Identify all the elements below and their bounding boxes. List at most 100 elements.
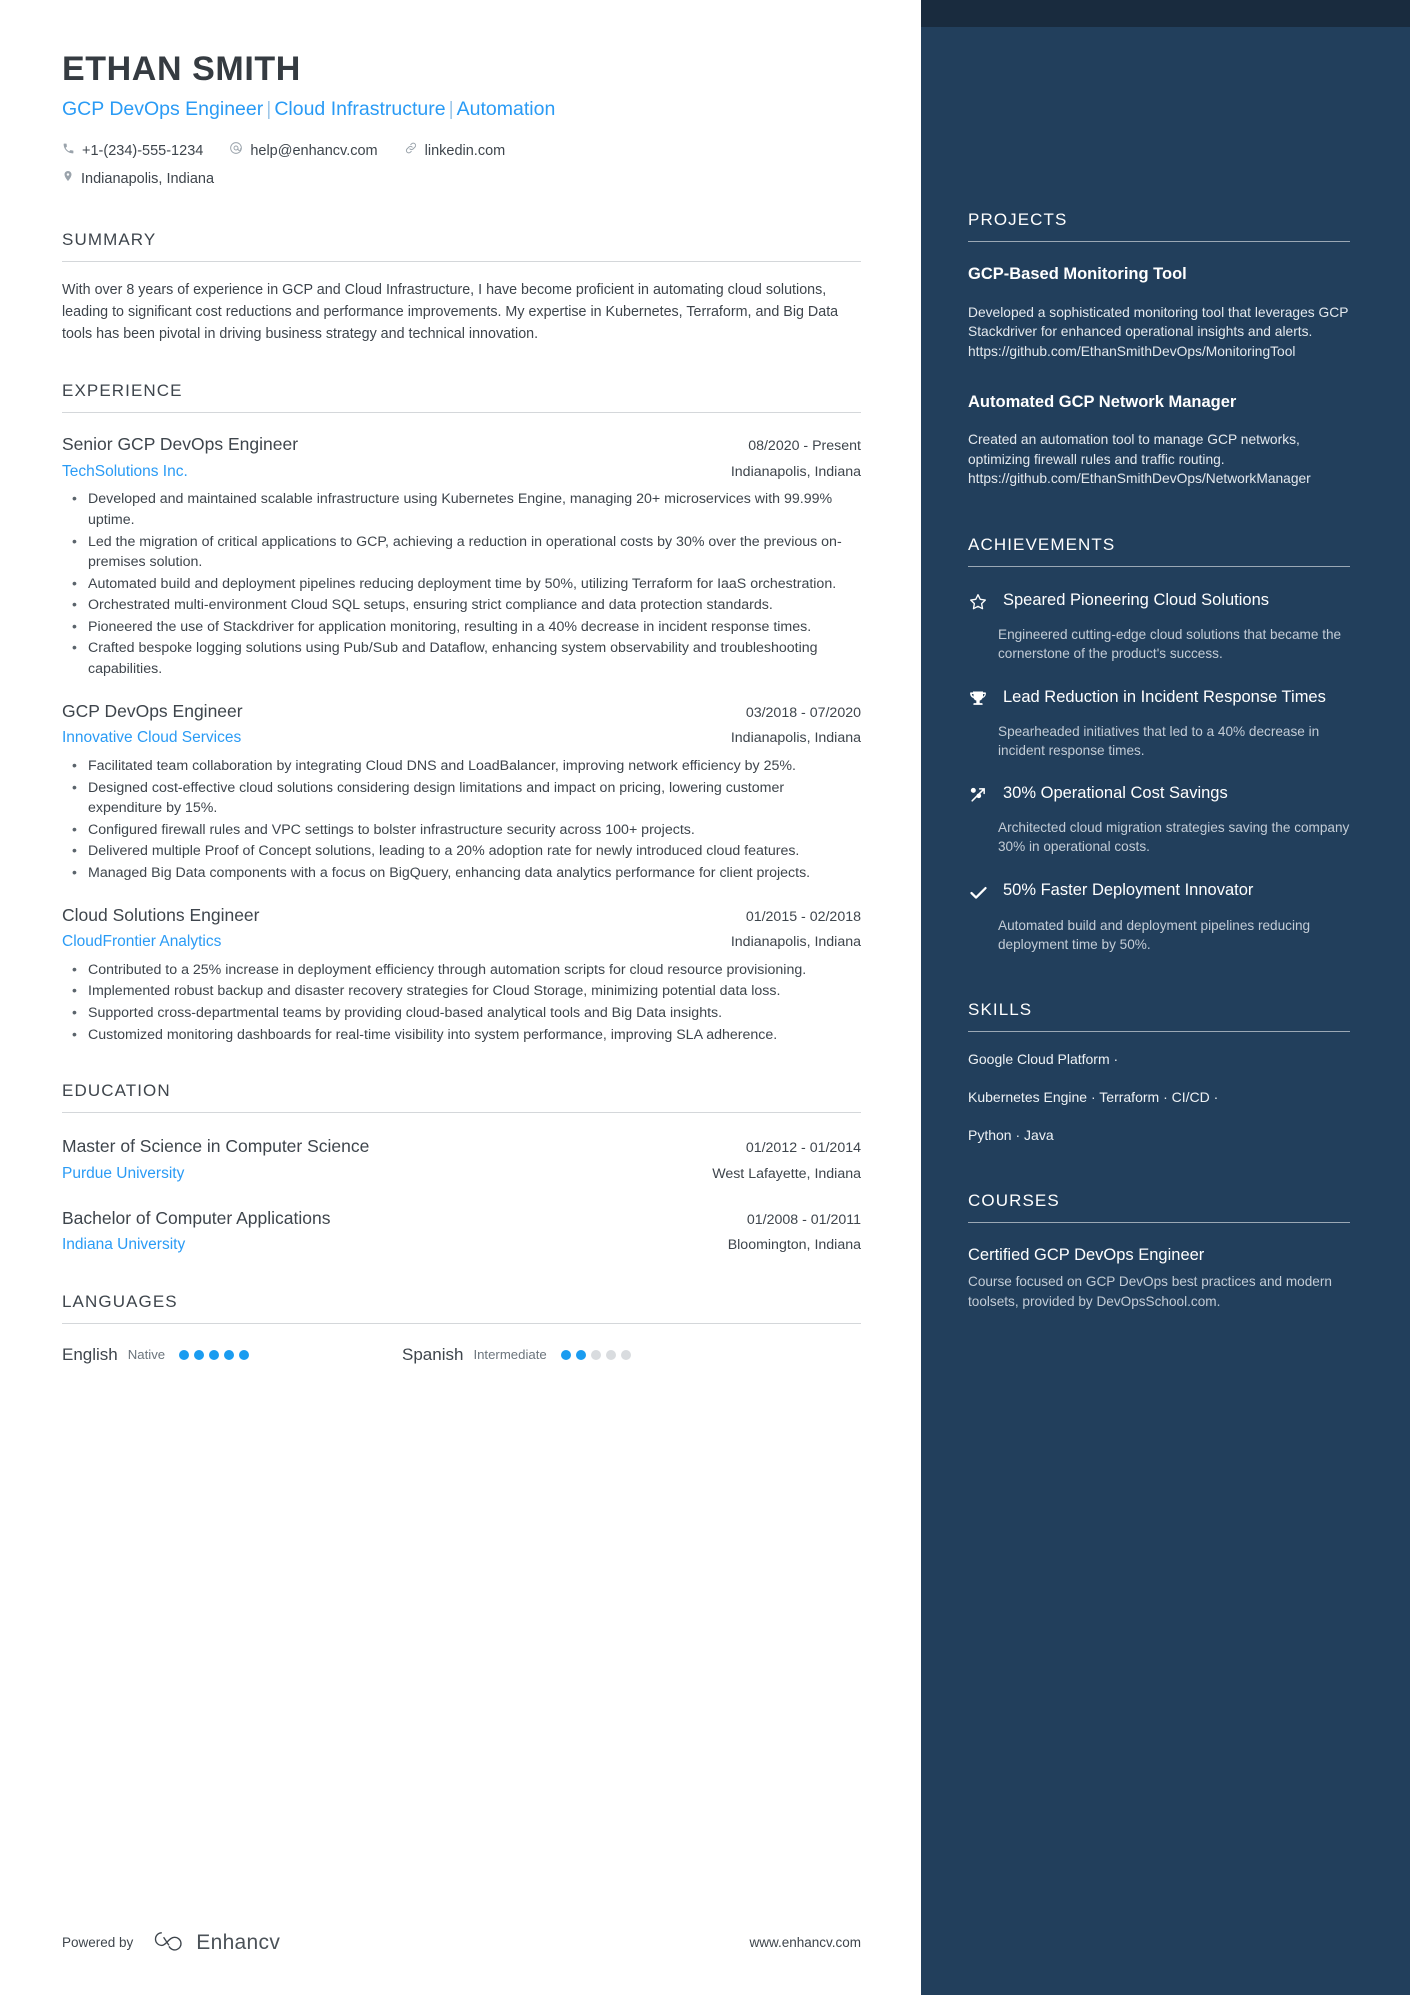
section-education: EDUCATION Master of Science in Computer …	[62, 1081, 861, 1256]
list-item: Crafted bespoke logging solutions using …	[62, 637, 861, 679]
headline-part-1: GCP DevOps Engineer	[62, 98, 264, 121]
job-location: Indianapolis, Indiana	[730, 730, 861, 747]
section-divider	[62, 1322, 861, 1324]
language-level: Native	[127, 1347, 166, 1363]
language-item: English Native	[62, 1345, 402, 1365]
location-pin-icon	[62, 166, 74, 194]
job-company[interactable]: TechSolutions Inc.	[62, 461, 188, 483]
project-title: GCP-Based Monitoring Tool	[968, 265, 1187, 283]
location-value: Indianapolis, Indiana	[81, 170, 215, 187]
school-location: Bloomington, Indiana	[727, 1237, 861, 1254]
summary-text: With over 8 years of experience in GCP a…	[62, 281, 839, 342]
check-icon	[968, 880, 990, 908]
experience-entry: Cloud Solutions Engineer 01/2015 - 02/201…	[62, 904, 861, 1046]
project-title: Automated GCP Network Manager	[968, 392, 1237, 411]
brand-name: Enhancv	[196, 1930, 281, 1954]
projects-heading: PROJECTS	[968, 210, 1068, 229]
sidebar-section-skills: SKILLS Google Cloud Platform · Kubernete…	[968, 1000, 1350, 1145]
phone-value: +1-(234)-555-1234	[82, 143, 204, 160]
achievement-description: Spearheaded initiatives that led to a 40…	[998, 723, 1320, 758]
sidebar-section-achievements: ACHIEVEMENTS Speared Pioneering Cloud So…	[968, 535, 1350, 954]
achievement-title: Speared Pioneering Cloud Solutions	[1003, 591, 1270, 609]
skills-heading: SKILLS	[968, 1000, 1033, 1020]
list-item: Developed and maintained scalable infras…	[62, 488, 861, 530]
list-item: Customized monitoring dashboards for rea…	[62, 1024, 861, 1046]
language-rating	[560, 1349, 631, 1360]
experience-heading: EXPERIENCE	[62, 381, 183, 400]
headline-separator: |	[448, 98, 454, 121]
list-item: Automated build and deployment pipelines…	[62, 573, 861, 595]
school-name[interactable]: Purdue University	[62, 1163, 184, 1185]
job-title: Cloud Solutions Engineer	[62, 904, 260, 925]
project-item: GCP-Based Monitoring Tool Developed a so…	[968, 264, 1350, 362]
sidebar-section-projects: PROJECTS GCP-Based Monitoring Tool Devel…	[968, 210, 1350, 489]
trophy-icon	[968, 687, 990, 714]
section-divider	[968, 1031, 1350, 1033]
course-description: Course focused on GCP DevOps best practi…	[968, 1274, 1332, 1309]
contact-link[interactable]: linkedin.com	[404, 138, 505, 166]
professional-headline: GCP DevOps Engineer | Cloud Infrastructure…	[62, 97, 861, 122]
percent-arrow-icon	[968, 783, 990, 810]
sidebar-top-bar	[921, 0, 1410, 27]
section-divider	[968, 566, 1350, 567]
section-divider	[968, 241, 1350, 242]
education-entry: Master of Science in Computer Science 01/…	[62, 1135, 861, 1184]
achievement-title: 50% Faster Deployment Innovator	[1003, 880, 1254, 899]
experience-entry: Senior GCP DevOps Engineer 08/2020 - Pres…	[62, 433, 861, 680]
achievement-title: Lead Reduction in Incident Response Time…	[1003, 687, 1326, 706]
job-date: 08/2020 - Present	[748, 438, 861, 454]
course-title: Certified GCP DevOps Engineer	[968, 1246, 1205, 1265]
list-item: Implemented robust backup and disaster r…	[62, 980, 861, 1002]
headline-part-3: Automation	[456, 98, 556, 121]
job-date: 03/2018 - 07/2020	[745, 704, 861, 721]
skill-line: Google Cloud Platform ·	[968, 1051, 1119, 1068]
job-company[interactable]: CloudFrontier Analytics	[62, 931, 221, 953]
achievement-item: Lead Reduction in Incident Response Time…	[968, 687, 1350, 761]
project-description: Developed a sophisticated monitoring too…	[968, 304, 1349, 359]
sidebar: PROJECTS GCP-Based Monitoring Tool Devel…	[921, 0, 1410, 1995]
achievement-description: Engineered cutting-edge cloud solutions …	[998, 627, 1342, 662]
list-item: Orchestrated multi-environment Cloud SQL…	[62, 594, 861, 616]
job-bullet-list: Developed and maintained scalable infras…	[62, 488, 861, 679]
enhancv-logo-icon	[151, 1928, 187, 1957]
website-url[interactable]: www.enhancv.com	[749, 1935, 861, 1950]
project-item: Automated GCP Network Manager Created an…	[968, 392, 1350, 490]
phone-icon	[62, 138, 75, 166]
section-divider	[62, 260, 861, 262]
achievement-item: 50% Faster Deployment Innovator Automate…	[968, 880, 1350, 955]
degree-date: 01/2008 - 01/2011	[746, 1211, 861, 1228]
list-item: Supported cross-departmental teams by pr…	[62, 1002, 861, 1024]
school-location: West Lafayette, Indiana	[712, 1165, 861, 1182]
job-title: Senior GCP DevOps Engineer	[62, 434, 299, 454]
project-description: Created an automation tool to manage GCP…	[968, 432, 1311, 487]
job-bullet-list: Facilitated team collaboration by integr…	[62, 755, 861, 884]
section-summary: SUMMARY With over 8 years of experience …	[62, 230, 861, 345]
list-item: Delivered multiple Proof of Concept solu…	[62, 840, 861, 862]
main-column: ETHAN SMITH GCP DevOps Engineer | Cloud In…	[0, 0, 921, 1995]
job-location: Indianapolis, Indiana	[730, 934, 861, 951]
footer: Powered by Enhancv www.enhancv.com	[62, 1928, 861, 1957]
list-item: Led the migration of critical applicatio…	[62, 530, 861, 573]
courses-heading: COURSES	[968, 1191, 1060, 1211]
job-company[interactable]: Innovative Cloud Services	[62, 727, 241, 749]
list-item: Designed cost-effective cloud solutions …	[62, 777, 861, 819]
star-icon	[968, 590, 990, 617]
education-entry: Bachelor of Computer Applications 01/2008…	[62, 1207, 861, 1256]
language-level: Intermediate	[473, 1347, 547, 1363]
summary-heading: SUMMARY	[62, 229, 157, 249]
skill-line: Kubernetes Engine · Terraform · CI/CD ·	[968, 1088, 1219, 1105]
skill-line: Python · Java	[968, 1126, 1054, 1143]
contact-phone: +1-(234)-555-1234	[62, 138, 203, 166]
job-location: Indianapolis, Indiana	[730, 463, 861, 480]
experience-entry: GCP DevOps Engineer 03/2018 - 07/2020 Inn…	[62, 700, 861, 884]
contact-email[interactable]: help@enhancv.com	[229, 138, 378, 166]
achievement-title: 30% Operational Cost Savings	[1003, 784, 1228, 803]
languages-heading: LANGUAGES	[62, 1291, 178, 1311]
language-name: Spanish	[402, 1344, 464, 1364]
school-name[interactable]: Indiana University	[62, 1234, 185, 1256]
page-title: ETHAN SMITH	[62, 50, 301, 88]
section-divider	[62, 412, 861, 413]
course-item: Certified GCP DevOps Engineer Course foc…	[968, 1244, 1350, 1311]
section-divider	[62, 1112, 861, 1114]
contact-location: Indianapolis, Indiana	[62, 166, 861, 194]
